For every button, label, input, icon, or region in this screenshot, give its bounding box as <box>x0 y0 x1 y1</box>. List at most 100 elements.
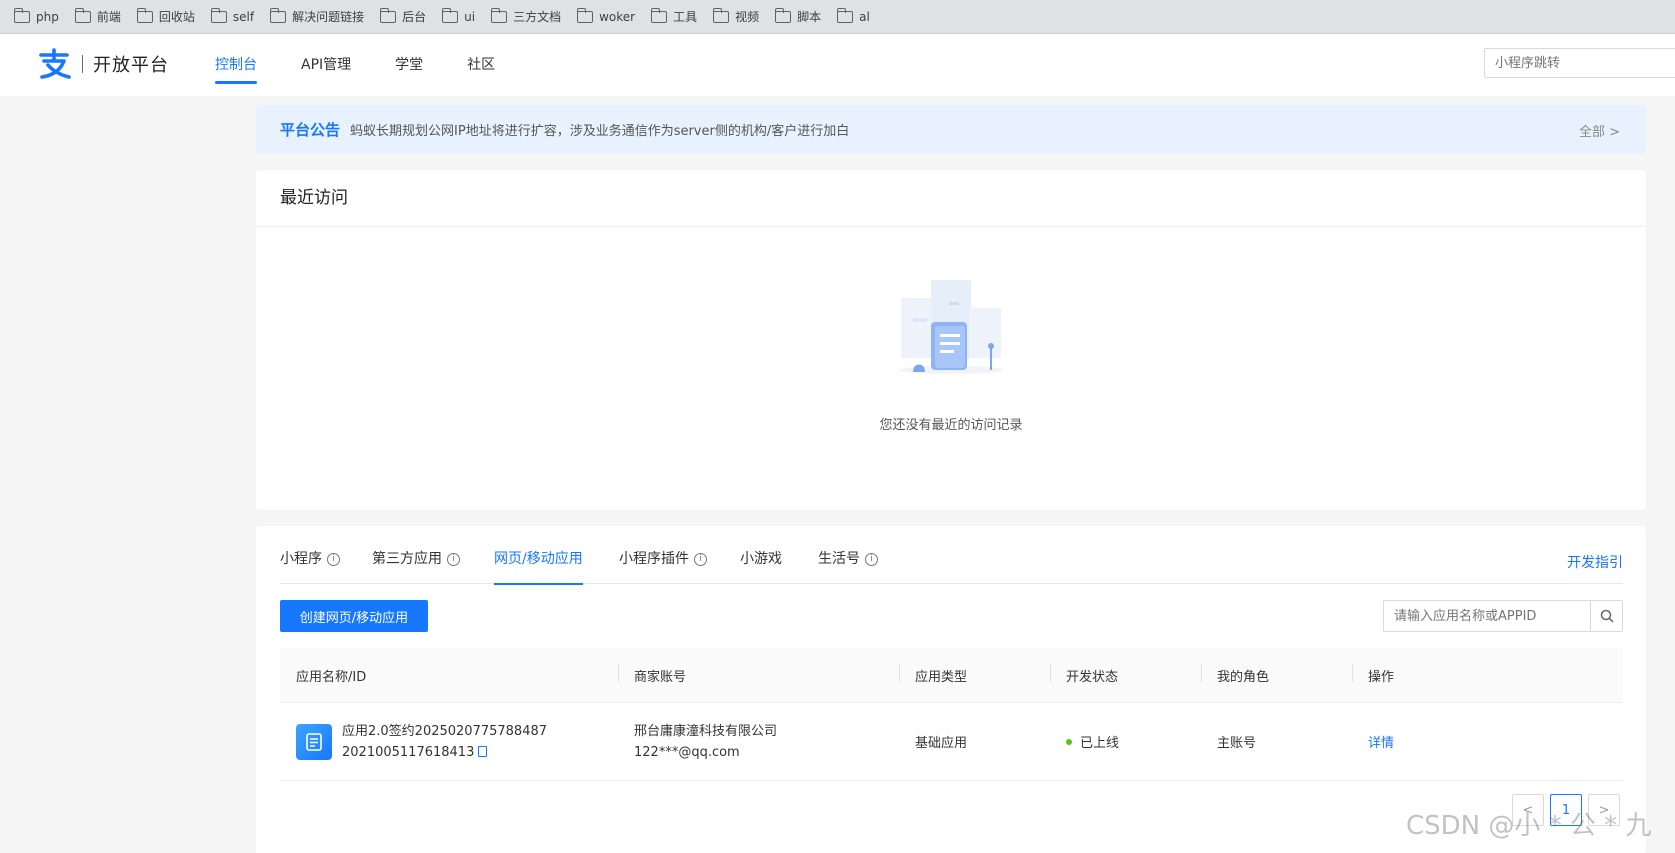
info-icon[interactable]: i <box>327 552 340 566</box>
bookmark-label: php <box>36 9 59 24</box>
csdn-watermark: CSDN @小 * 公 * 九 <box>1406 811 1652 841</box>
col-merchant: 商家账号 <box>618 663 899 685</box>
tab-life-account[interactable]: 生活号 i <box>818 526 878 584</box>
notice-all-link[interactable]: 全部 > <box>1579 121 1620 140</box>
app-search <box>1383 600 1623 632</box>
nav-tab-api[interactable]: API管理 <box>301 34 351 96</box>
alipay-logo-icon <box>38 48 72 80</box>
folder-icon <box>13 7 30 23</box>
dev-status-cell: 已上线 <box>1050 732 1201 751</box>
bookmark-label: 工具 <box>673 10 698 24</box>
detail-link[interactable]: 详情 <box>1368 736 1394 751</box>
notice-text[interactable]: 蚂蚁长期规划公网IP地址将进行扩容，涉及业务通信作为server侧的机构/客户进… <box>350 120 849 139</box>
top-navigation: 开放平台 控制台 API管理 学堂 社区 <box>0 34 1675 96</box>
miniapp-jump-input[interactable] <box>1484 48 1675 78</box>
bookmark-item[interactable]: 解决问题链接 <box>269 5 365 29</box>
tab-label: 小游戏 <box>740 551 782 567</box>
recent-visits-card: 最近访问 您还没有最近的访问记录 <box>256 170 1646 510</box>
bookmark-label: self <box>232 9 255 24</box>
bookmark-label: ui <box>464 9 476 24</box>
bookmark-item[interactable]: 三方文档 <box>490 5 562 29</box>
bookmark-label: 前端 <box>96 10 121 24</box>
tab-label: 小程序插件 <box>619 551 689 567</box>
app-search-input[interactable] <box>1384 601 1590 631</box>
tab-web-mobile[interactable]: 网页/移动应用 <box>494 526 583 585</box>
dev-status-value: 已上线 <box>1080 736 1120 751</box>
tab-miniapp[interactable]: 小程序 i <box>280 526 340 584</box>
app-type-tabs: 小程序 i 第三方应用 i 网页/移动应用 小程序插件 i 小游戏 生活号 i <box>280 526 1623 585</box>
bookmark-item[interactable]: 前端 <box>74 5 121 29</box>
col-my-role: 我的角色 <box>1201 663 1352 685</box>
bookmarks-bar: php 前端 回收站 self 解决问题链接 后台 ui 三方文档 woker 工具 视频 脚本 al <box>0 0 1675 34</box>
bookmark-label: 解决问题链接 <box>292 10 365 24</box>
platform-notice: 平台公告 蚂蚁长期规划公网IP地址将进行扩容，涉及业务通信作为server侧的机… <box>256 105 1646 154</box>
search-icon[interactable] <box>1590 601 1622 631</box>
tab-label: 小程序 <box>280 551 322 567</box>
merchant-cell: 邢台庸康潼科技有限公司 122***@qq.com <box>618 721 899 763</box>
app-id: 2021005117618413 <box>342 744 475 760</box>
bookmark-label: 后台 <box>402 10 427 24</box>
bookmark-item[interactable]: self <box>210 5 255 29</box>
folder-icon <box>74 7 91 23</box>
folder-icon <box>490 7 508 23</box>
bookmark-item[interactable]: ui <box>441 5 476 29</box>
recent-visits-title: 最近访问 <box>256 170 1646 227</box>
col-app-name: 应用名称/ID <box>296 669 367 685</box>
brand-logo[interactable]: 开放平台 <box>38 48 169 80</box>
apps-card: 小程序 i 第三方应用 i 网页/移动应用 小程序插件 i 小游戏 生活号 i 开发指引… <box>256 526 1646 853</box>
bookmark-item[interactable]: 视频 <box>712 5 759 29</box>
tab-label: 第三方应用 <box>372 551 442 567</box>
tab-minigame[interactable]: 小游戏 <box>740 526 782 584</box>
bookmark-item[interactable]: php <box>13 5 59 29</box>
bookmark-label: 脚本 <box>797 10 822 24</box>
folder-icon <box>441 7 459 23</box>
nav-tab-community[interactable]: 社区 <box>467 34 495 96</box>
main-nav-tabs: 控制台 API管理 学堂 社区 <box>215 34 539 96</box>
folder-icon <box>836 7 854 23</box>
folder-icon <box>379 7 397 23</box>
col-app-type: 应用类型 <box>899 663 1050 685</box>
merchant-email: 122***@qq.com <box>634 744 740 760</box>
bookmark-item[interactable]: 回收站 <box>136 5 195 29</box>
folder-icon <box>650 7 668 23</box>
tab-label: 生活号 <box>818 551 860 567</box>
folder-icon <box>774 7 792 23</box>
col-dev-status: 开发状态 <box>1050 663 1201 685</box>
merchant-name: 邢台庸康潼科技有限公司 <box>634 723 778 739</box>
nav-tab-academy[interactable]: 学堂 <box>395 34 423 96</box>
bookmark-item[interactable]: 工具 <box>650 5 698 29</box>
app-type-value: 基础应用 <box>915 736 968 751</box>
bookmark-label: al <box>859 9 870 24</box>
col-actions: 操作 <box>1352 663 1502 685</box>
info-icon[interactable]: i <box>447 552 460 566</box>
info-icon[interactable]: i <box>694 552 707 566</box>
bookmark-item[interactable]: al <box>836 5 870 29</box>
empty-state-text: 您还没有最近的访问记录 <box>879 418 1023 433</box>
tab-label: 网页/移动应用 <box>494 551 583 567</box>
bookmark-label: 回收站 <box>158 10 195 24</box>
tab-third-party[interactable]: 第三方应用 i <box>372 526 460 584</box>
tab-miniapp-plugin[interactable]: 小程序插件 i <box>619 526 707 584</box>
copy-icon[interactable] <box>478 745 488 757</box>
folder-icon <box>712 7 730 23</box>
document-app-icon <box>296 723 332 760</box>
status-dot-icon <box>1066 739 1072 745</box>
bookmark-item[interactable]: 后台 <box>379 5 427 29</box>
app-name: 应用2.0签约2025020775788487 <box>342 723 548 739</box>
bookmark-label: 三方文档 <box>513 10 562 24</box>
bookmark-item[interactable]: woker <box>576 5 636 29</box>
role-value: 主账号 <box>1217 736 1257 751</box>
dev-guide-link[interactable]: 开发指引 <box>1567 552 1623 572</box>
bookmark-label: woker <box>599 9 636 24</box>
table-header: 应用名称/ID 商家账号 应用类型 开发状态 我的角色 操作 <box>280 648 1623 703</box>
brand-name: 开放平台 <box>93 55 169 76</box>
bookmark-item[interactable]: 脚本 <box>774 5 822 29</box>
create-web-app-button[interactable]: 创建网页/移动应用 <box>280 600 428 632</box>
table-row: 应用2.0签约2025020775788487 2021005117618413… <box>280 703 1623 781</box>
app-name-cell: 应用2.0签约2025020775788487 2021005117618413 <box>280 721 618 763</box>
nav-tab-console[interactable]: 控制台 <box>215 34 257 96</box>
folder-icon <box>576 7 594 23</box>
logo-separator <box>82 55 83 73</box>
empty-state-illustration-icon <box>891 278 1011 378</box>
info-icon[interactable]: i <box>865 552 878 566</box>
